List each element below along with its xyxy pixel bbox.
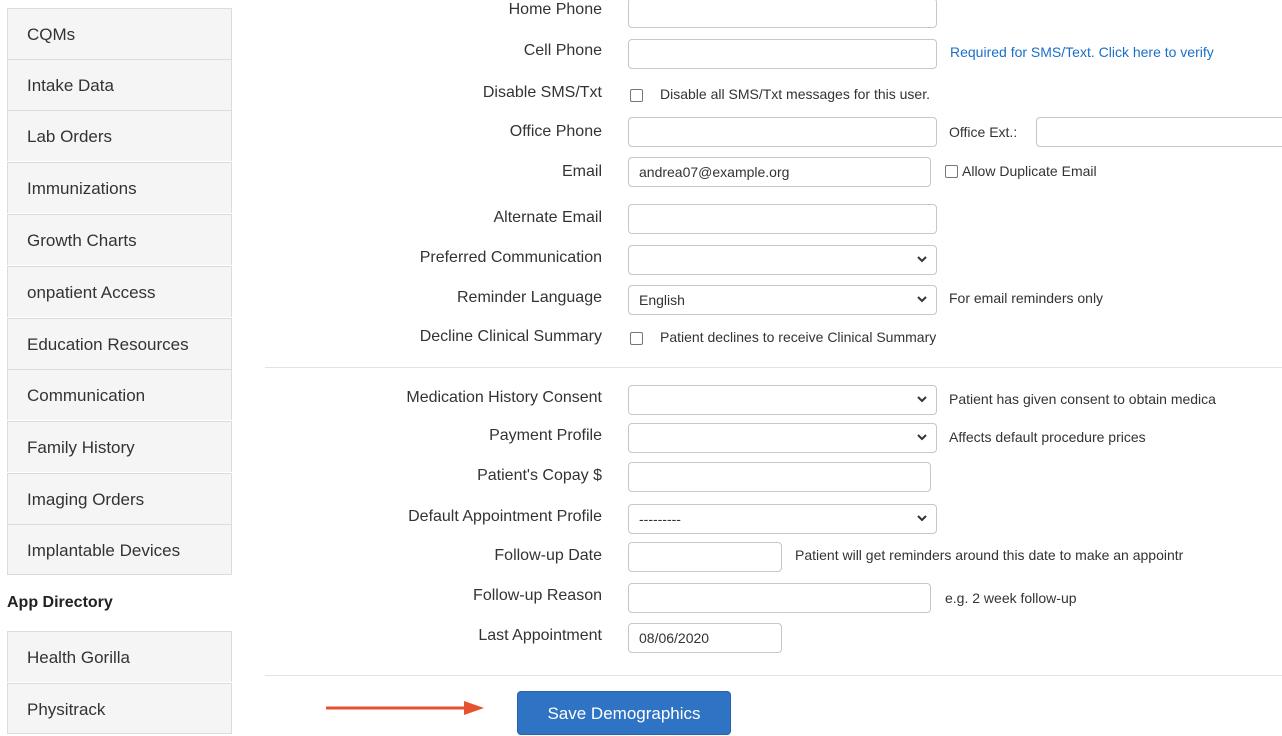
last-appointment-label: Last Appointment bbox=[478, 627, 602, 644]
followup-reason-label: Follow-up Reason bbox=[473, 587, 602, 604]
followup-date-help: Patient will get reminders around this d… bbox=[795, 547, 1184, 563]
section-divider bbox=[265, 367, 1282, 368]
copay-input[interactable] bbox=[628, 462, 931, 492]
decline-summary-label: Decline Clinical Summary bbox=[419, 328, 602, 345]
disable-sms-text: Disable all SMS/Txt messages for this us… bbox=[660, 86, 930, 102]
chevron-down-icon bbox=[917, 296, 927, 303]
default-appt-profile-value: --------- bbox=[639, 511, 681, 527]
sidebar-item-education-resources[interactable]: Education Resources bbox=[7, 318, 232, 369]
default-appt-profile-select[interactable]: --------- bbox=[628, 504, 937, 534]
sidebar-item-implantable-devices[interactable]: Implantable Devices bbox=[7, 524, 232, 575]
medication-consent-help: Patient has given consent to obtain medi… bbox=[949, 391, 1216, 407]
email-label: Email bbox=[561, 163, 602, 180]
payment-profile-label: Payment Profile bbox=[489, 427, 602, 444]
chevron-down-icon bbox=[917, 434, 927, 441]
followup-reason-input[interactable] bbox=[628, 583, 931, 613]
home-phone-input[interactable] bbox=[628, 0, 937, 28]
reminder-language-select[interactable]: English bbox=[628, 285, 937, 315]
sidebar-item-onpatient-access[interactable]: onpatient Access bbox=[7, 266, 232, 317]
alternate-email-label: Alternate Email bbox=[493, 209, 603, 226]
reminder-language-label: Reminder Language bbox=[457, 289, 602, 306]
app-directory-heading: App Directory bbox=[7, 594, 113, 611]
sidebar-item-health-gorilla[interactable]: Health Gorilla bbox=[7, 631, 232, 682]
office-phone-input[interactable] bbox=[628, 117, 937, 147]
decline-summary-checkbox[interactable] bbox=[630, 332, 643, 345]
sidebar-item-physitrack[interactable]: Physitrack bbox=[7, 683, 232, 734]
sidebar-item-cqms[interactable]: CQMs bbox=[7, 8, 232, 59]
default-appt-profile-label: Default Appointment Profile bbox=[408, 508, 602, 525]
sidebar: CQMs Intake Data Lab Orders Immunization… bbox=[0, 0, 233, 734]
payment-profile-select[interactable] bbox=[628, 423, 937, 453]
reminder-language-help: For email reminders only bbox=[949, 290, 1104, 306]
cell-phone-label: Cell Phone bbox=[523, 42, 602, 59]
reminder-language-value: English bbox=[639, 292, 685, 308]
office-ext-label: Office Ext.: bbox=[949, 124, 1018, 140]
arrow-right-icon bbox=[326, 701, 484, 715]
preferred-communication-label: Preferred Communication bbox=[419, 249, 602, 266]
save-demographics-button[interactable]: Save Demographics bbox=[517, 691, 731, 735]
office-ext-input[interactable] bbox=[1036, 117, 1282, 147]
alternate-email-input[interactable] bbox=[628, 204, 937, 234]
disable-sms-checkbox[interactable] bbox=[630, 89, 643, 102]
last-appointment-input[interactable]: 08/06/2020 bbox=[628, 623, 782, 653]
medication-consent-select[interactable] bbox=[628, 385, 937, 415]
allow-duplicate-email-checkbox[interactable] bbox=[945, 165, 958, 178]
followup-reason-help: e.g. 2 week follow-up bbox=[945, 590, 1077, 606]
actions-divider bbox=[265, 675, 1282, 676]
sidebar-item-growth-charts[interactable]: Growth Charts bbox=[7, 214, 232, 265]
sidebar-item-family-history[interactable]: Family History bbox=[7, 421, 232, 472]
allow-duplicate-email-text: Allow Duplicate Email bbox=[962, 163, 1097, 179]
preferred-communication-select[interactable] bbox=[628, 245, 937, 275]
disable-sms-label: Disable SMS/Txt bbox=[482, 84, 602, 101]
chevron-down-icon bbox=[917, 515, 927, 522]
payment-profile-help: Affects default procedure prices bbox=[949, 429, 1146, 445]
sidebar-item-communication[interactable]: Communication bbox=[7, 369, 232, 420]
chevron-down-icon bbox=[917, 396, 927, 403]
sidebar-item-intake-data[interactable]: Intake Data bbox=[7, 59, 232, 110]
sms-verify-link[interactable]: Required for SMS/Text. Click here to ver… bbox=[950, 44, 1214, 60]
chevron-down-icon bbox=[917, 256, 927, 263]
copay-label: Patient's Copay $ bbox=[477, 467, 602, 484]
office-phone-label: Office Phone bbox=[509, 123, 602, 140]
followup-date-label: Follow-up Date bbox=[494, 547, 602, 564]
medication-consent-label: Medication History Consent bbox=[406, 389, 602, 406]
sidebar-item-imaging-orders[interactable]: Imaging Orders bbox=[7, 473, 232, 524]
cell-phone-input[interactable] bbox=[628, 39, 937, 69]
sidebar-item-lab-orders[interactable]: Lab Orders bbox=[7, 110, 232, 161]
home-phone-label: Home Phone bbox=[508, 1, 602, 18]
sidebar-item-immunizations[interactable]: Immunizations bbox=[7, 162, 232, 213]
followup-date-input[interactable] bbox=[628, 542, 782, 572]
decline-summary-text: Patient declines to receive Clinical Sum… bbox=[660, 329, 937, 345]
email-input[interactable]: andrea07@example.org bbox=[628, 157, 931, 187]
